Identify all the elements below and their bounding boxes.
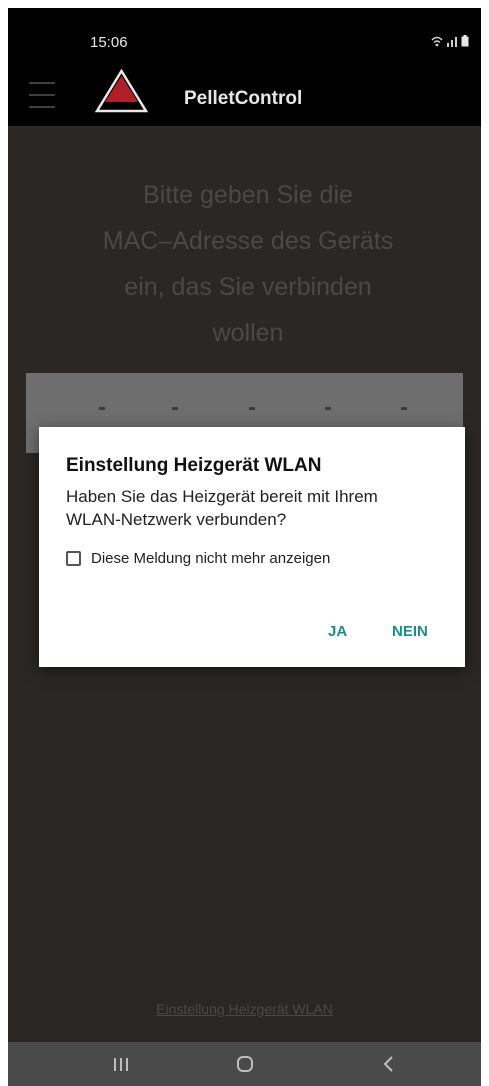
mac-segment[interactable]: - xyxy=(324,394,332,422)
status-time: 15:06 xyxy=(90,34,128,51)
mac-segment[interactable]: - xyxy=(98,394,106,422)
back-icon[interactable] xyxy=(374,1052,404,1076)
checkbox-label: Diese Meldung nicht mehr anzeigen xyxy=(91,550,331,567)
phone-screen: 15:06 PelletControl Bitte geben Sie die … xyxy=(8,8,481,1086)
yes-button[interactable]: JA xyxy=(328,623,347,640)
battery-icon xyxy=(461,35,469,47)
instruction-line: MAC–Adresse des Geräts xyxy=(102,227,394,255)
dialog-title: Einstellung Heizgerät WLAN xyxy=(66,455,322,476)
wifi-icon xyxy=(431,36,443,46)
status-icons xyxy=(431,34,469,48)
hamburger-menu-icon[interactable] xyxy=(29,82,55,108)
dont-show-again-checkbox[interactable] xyxy=(66,551,81,566)
confirm-dialog: Einstellung Heizgerät WLAN Haben Sie das… xyxy=(39,427,465,667)
instruction-line: ein, das Sie verbinden xyxy=(124,273,372,301)
home-icon[interactable] xyxy=(230,1052,260,1076)
recents-icon[interactable] xyxy=(106,1052,136,1076)
signal-icon xyxy=(447,36,457,47)
mac-segment[interactable]: - xyxy=(171,394,179,422)
mac-segment[interactable]: - xyxy=(248,394,256,422)
wlan-settings-link[interactable]: Einstellung Heizgerät WLAN xyxy=(8,1001,481,1017)
instruction-line: wollen xyxy=(212,319,284,347)
no-button[interactable]: NEIN xyxy=(392,623,428,640)
instruction-text: Bitte geben Sie die MAC–Adresse des Gerä… xyxy=(48,172,448,356)
mac-segment[interactable]: - xyxy=(400,394,408,422)
dialog-message: Haben Sie das Heizgerät bereit mit Ihrem… xyxy=(66,487,378,529)
app-title: PelletControl xyxy=(184,88,303,109)
dont-show-again-checkbox-row[interactable]: Diese Meldung nicht mehr anzeigen xyxy=(66,550,330,567)
instruction-line: Bitte geben Sie die xyxy=(143,181,353,209)
triangle-logo-icon xyxy=(94,68,149,113)
status-bar xyxy=(8,8,481,56)
